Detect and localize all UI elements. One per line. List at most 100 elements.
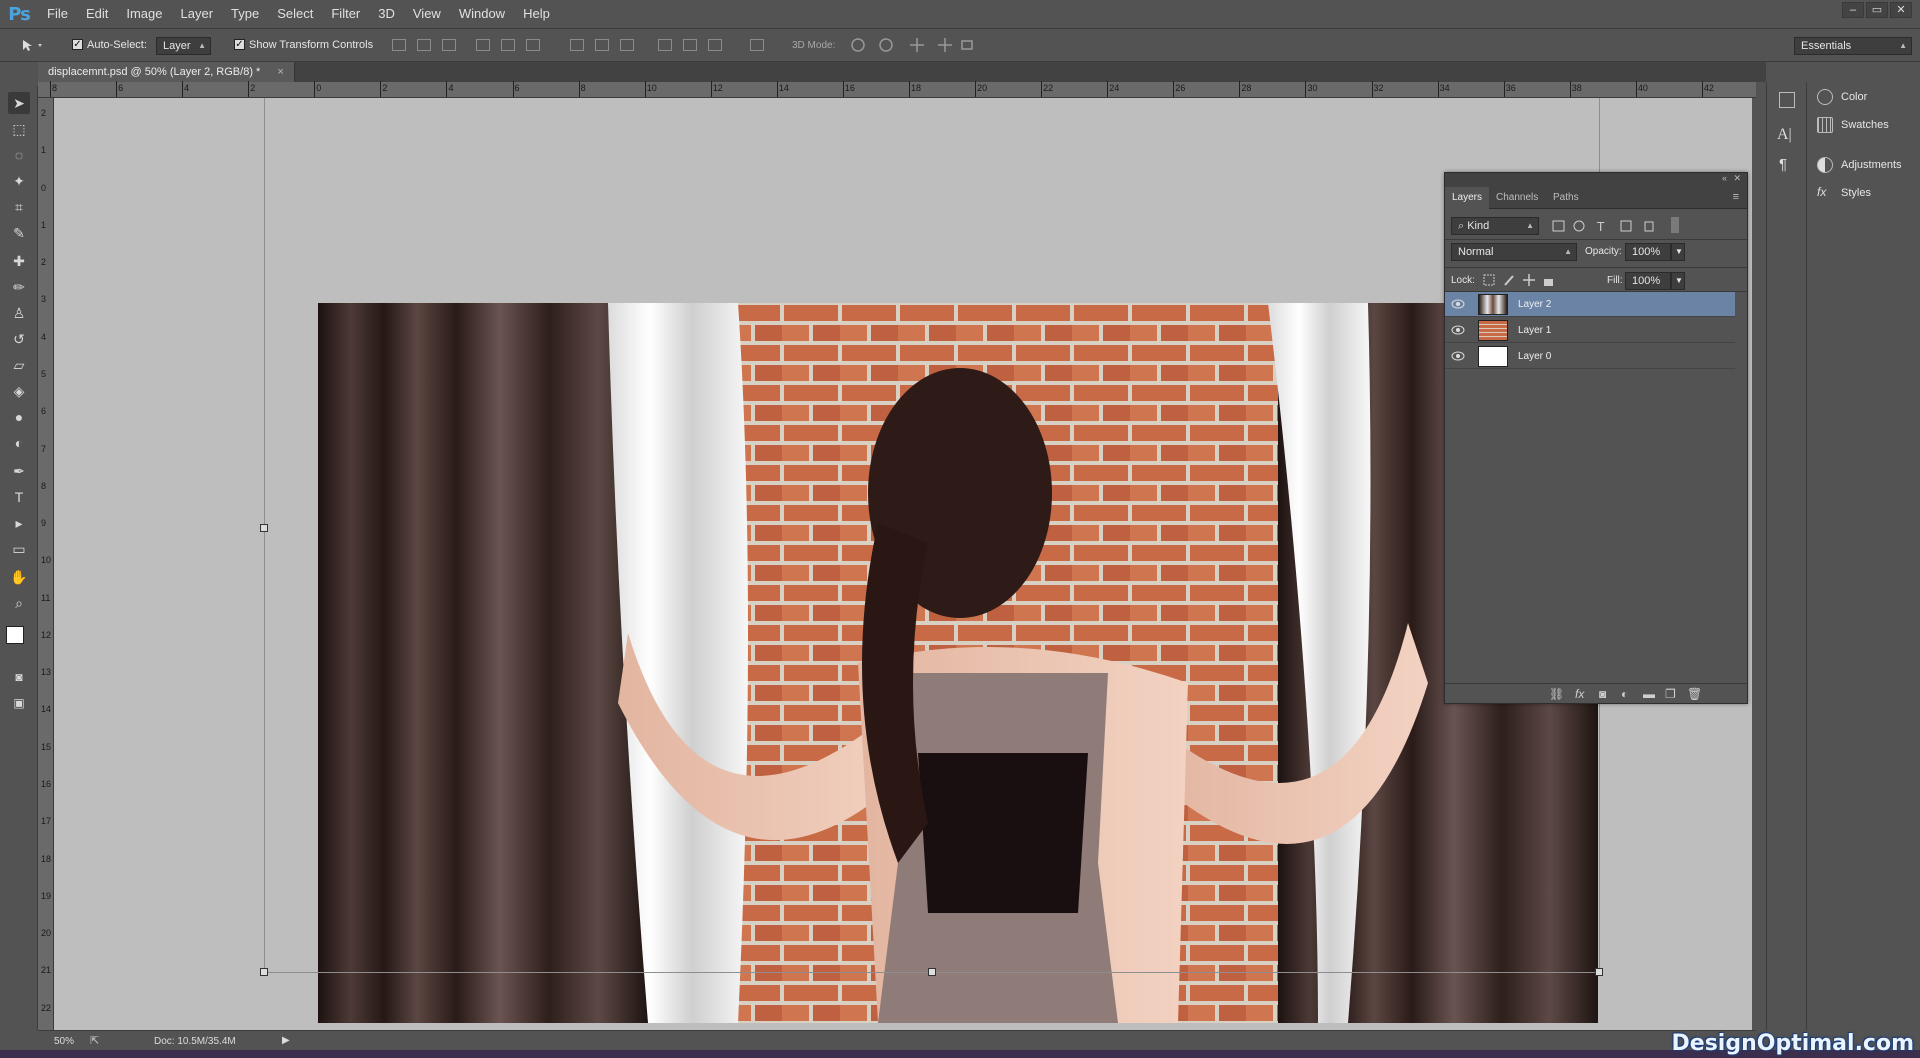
- tab-channels[interactable]: Channels: [1489, 187, 1545, 209]
- show-transform-checkbox[interactable]: ✓: [234, 39, 245, 50]
- document-tab[interactable]: displacemnt.psd @ 50% (Layer 2, RGB/8) *…: [38, 62, 295, 82]
- path-selection-tool-icon[interactable]: ▸: [8, 512, 30, 534]
- menu-layer[interactable]: Layer: [172, 0, 223, 28]
- distribute-bottom-icon[interactable]: [620, 39, 634, 51]
- menu-view[interactable]: View: [404, 0, 450, 28]
- fx-icon[interactable]: fx: [1575, 687, 1584, 701]
- pen-tool-icon[interactable]: ✒: [8, 460, 30, 482]
- align-bottom-icon[interactable]: [442, 39, 456, 51]
- dock-item-adjustments[interactable]: Adjustments: [1817, 154, 1902, 176]
- tab-layers[interactable]: Layers: [1445, 187, 1490, 209]
- blend-mode-dropdown[interactable]: Normal ▲: [1451, 243, 1577, 261]
- add-mask-icon[interactable]: ◙: [1599, 687, 1606, 701]
- visibility-eye-icon[interactable]: [1451, 298, 1465, 310]
- eraser-tool-icon[interactable]: ▱: [8, 354, 30, 376]
- layer-name[interactable]: Layer 1: [1518, 318, 1551, 343]
- collapse-panel-icon[interactable]: «: [1722, 173, 1727, 183]
- quick-select-tool-icon[interactable]: ✦: [8, 170, 30, 192]
- layer-filter-dropdown[interactable]: ⌕ Kind ▲: [1451, 217, 1539, 235]
- zoom-tool-icon[interactable]: ⌕: [8, 592, 30, 614]
- clone-stamp-tool-icon[interactable]: ♙: [8, 302, 30, 324]
- menu-image[interactable]: Image: [117, 0, 171, 28]
- delete-layer-icon[interactable]: 🗑: [1687, 687, 1702, 701]
- distribute-left-icon[interactable]: [658, 39, 672, 51]
- quick-mask-icon[interactable]: ◙: [8, 666, 30, 688]
- menu-type[interactable]: Type: [222, 0, 268, 28]
- distribute-right-icon[interactable]: [708, 39, 722, 51]
- tab-paths[interactable]: Paths: [1546, 187, 1586, 209]
- distribute-vcenter-icon[interactable]: [595, 39, 609, 51]
- new-group-icon[interactable]: ▬: [1643, 687, 1655, 701]
- type-tool-icon[interactable]: T: [8, 486, 30, 508]
- transform-handle-bottom[interactable]: [928, 968, 936, 976]
- layer-name[interactable]: Layer 2: [1518, 292, 1551, 317]
- status-menu-arrow-icon[interactable]: ▶: [282, 1035, 290, 1046]
- move-tool-icon[interactable]: ➤: [8, 92, 30, 114]
- layer-row[interactable]: Layer 1: [1445, 318, 1735, 343]
- workspace-dropdown[interactable]: Essentials ▲: [1794, 37, 1912, 55]
- healing-brush-tool-icon[interactable]: ✚: [8, 250, 30, 272]
- brush-tool-icon[interactable]: ✏: [8, 276, 30, 298]
- screen-mode-icon[interactable]: ▣: [8, 692, 30, 714]
- auto-select-checkbox[interactable]: ✓: [72, 39, 83, 50]
- close-tab-icon[interactable]: ×: [277, 66, 283, 78]
- align-top-icon[interactable]: [392, 39, 406, 51]
- menu-edit[interactable]: Edit: [77, 0, 117, 28]
- fill-slider-toggle[interactable]: ▼: [1671, 272, 1685, 290]
- auto-select-dropdown[interactable]: Layer ▲: [156, 37, 211, 55]
- rectangle-tool-icon[interactable]: ▭: [8, 538, 30, 560]
- foreground-color-swatch[interactable]: [6, 626, 24, 644]
- filter-toggle-switch[interactable]: [1671, 217, 1679, 233]
- dock-item-color[interactable]: Color: [1817, 86, 1867, 108]
- align-left-icon[interactable]: [476, 39, 490, 51]
- dodge-tool-icon[interactable]: ◐: [8, 432, 30, 454]
- eyedropper-tool-icon[interactable]: ✎: [8, 222, 30, 244]
- marquee-tool-icon[interactable]: ⬚: [8, 118, 30, 140]
- character-panel-icon[interactable]: A|: [1777, 126, 1792, 144]
- dock-item-styles[interactable]: fx Styles: [1817, 182, 1871, 204]
- align-vcenter-icon[interactable]: [417, 39, 431, 51]
- move-tool-preset-icon[interactable]: [20, 37, 46, 53]
- layer-row[interactable]: Layer 2: [1445, 292, 1735, 317]
- align-right-icon[interactable]: [526, 39, 540, 51]
- document-artwork[interactable]: [318, 303, 1598, 1023]
- opacity-slider-toggle[interactable]: ▼: [1671, 243, 1685, 261]
- link-layers-icon[interactable]: ⛓: [1549, 687, 1564, 701]
- auto-align-icon[interactable]: [750, 39, 764, 51]
- distribute-hcenter-icon[interactable]: [683, 39, 697, 51]
- menu-window[interactable]: Window: [450, 0, 514, 28]
- menu-filter[interactable]: Filter: [322, 0, 369, 28]
- layer-row[interactable]: Layer 0: [1445, 344, 1735, 369]
- panel-menu-icon[interactable]: ≡: [1733, 191, 1739, 203]
- close-panel-icon[interactable]: ✕: [1733, 173, 1741, 184]
- share-icon[interactable]: ⇱: [90, 1034, 99, 1047]
- menu-file[interactable]: File: [38, 0, 77, 28]
- visibility-eye-icon[interactable]: [1451, 350, 1465, 362]
- menu-select[interactable]: Select: [268, 0, 322, 28]
- layer-name[interactable]: Layer 0: [1518, 344, 1551, 369]
- hand-tool-icon[interactable]: ✋: [8, 566, 30, 588]
- restore-button[interactable]: ▭: [1866, 2, 1888, 18]
- opacity-input[interactable]: 100%: [1625, 243, 1671, 261]
- menu-3d[interactable]: 3D: [369, 0, 404, 28]
- fill-input[interactable]: 100%: [1625, 272, 1671, 290]
- blur-tool-icon[interactable]: ●: [8, 406, 30, 428]
- visibility-eye-icon[interactable]: [1451, 324, 1465, 336]
- layers-panel-titlebar[interactable]: « ✕: [1445, 173, 1747, 187]
- paint-bucket-tool-icon[interactable]: ◈: [8, 380, 30, 402]
- crop-tool-icon[interactable]: ⌗: [8, 196, 30, 218]
- zoom-level[interactable]: 50%: [54, 1036, 74, 1047]
- minimize-button[interactable]: –: [1842, 2, 1864, 18]
- distribute-top-icon[interactable]: [570, 39, 584, 51]
- new-adjustment-layer-icon[interactable]: ◐: [1621, 687, 1628, 701]
- lasso-tool-icon[interactable]: ◌: [8, 144, 30, 166]
- dock-item-swatches[interactable]: Swatches: [1817, 114, 1889, 136]
- history-panel-icon[interactable]: [1779, 92, 1795, 108]
- menu-help[interactable]: Help: [514, 0, 559, 28]
- paragraph-panel-icon[interactable]: ¶: [1779, 156, 1787, 173]
- transform-handle-bl[interactable]: [260, 968, 268, 976]
- align-hcenter-icon[interactable]: [501, 39, 515, 51]
- transform-handle-br[interactable]: [1595, 968, 1603, 976]
- transform-handle-left[interactable]: [260, 524, 268, 532]
- new-layer-icon[interactable]: ❐: [1665, 687, 1676, 701]
